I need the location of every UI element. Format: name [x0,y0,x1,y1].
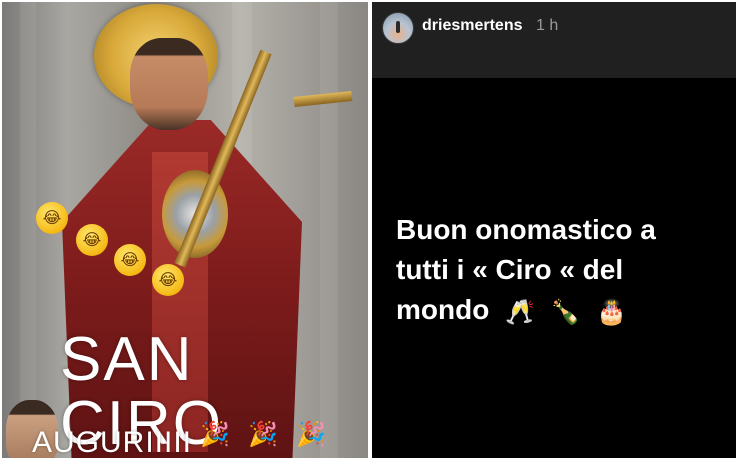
face [130,38,208,130]
overlay-subtitle: AUGURIIIII [32,426,193,458]
story-line: tutti i « Ciro « del [396,254,624,285]
party-popper-icon: 🎉 [248,420,278,448]
story-line: Buon onomastico a [396,214,656,245]
laughing-emoji-icon: 😂 [76,224,108,256]
background-column [320,2,338,458]
party-popper-icon: 🎉 [200,420,230,448]
champagne-glasses-icon: 🥂 [505,297,535,326]
story-line-text: mondo [396,294,490,325]
laughing-emoji-icon: 😂 [114,244,146,276]
saint-meme-image: 😂 😂 😂 😂 SAN CIRO AUGURIIIII 🎉 🎉 🎉 [2,2,368,458]
instagram-story: driesmertens 1 h Buon onomastico a tutti… [372,2,736,458]
avatar[interactable] [382,12,414,44]
champagne-bottle-icon: 🍾 [550,297,581,326]
laughing-emoji-icon: 😂 [36,202,68,234]
birthday-cake-icon: 🎂 [596,297,627,326]
username[interactable]: driesmertens [422,16,523,36]
story-line-with-emojis: mondo 🥂 🍾 🎂 [396,290,726,332]
laughing-emoji-icon: 😂 [152,264,184,296]
timestamp: 1 h [536,17,559,34]
story-header: driesmertens 1 h [372,2,736,78]
avatar-figure [396,21,400,33]
background-column [20,2,36,458]
story-body[interactable]: Buon onomastico a tutti i « Ciro « del m… [372,78,736,458]
party-popper-icon: 🎉 [296,420,326,448]
story-text: Buon onomastico a tutti i « Ciro « del m… [396,210,726,332]
